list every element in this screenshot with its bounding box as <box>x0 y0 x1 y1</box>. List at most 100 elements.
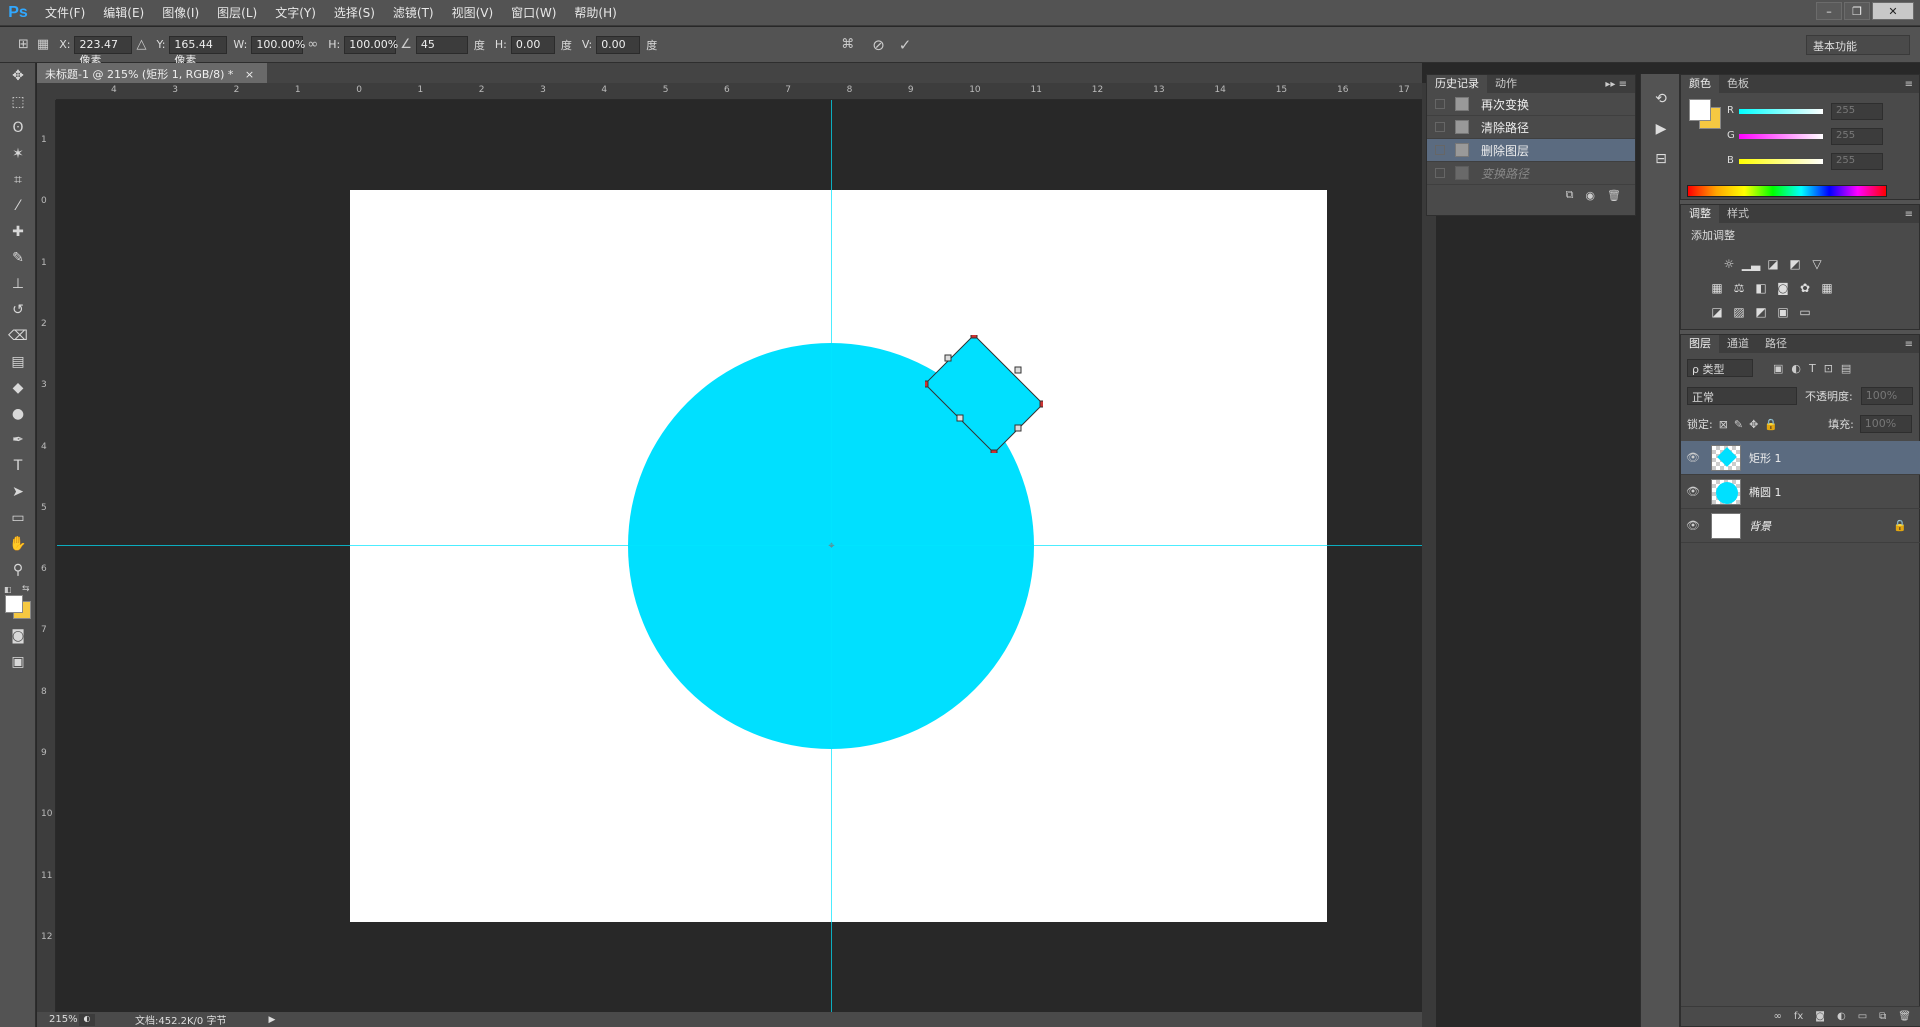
shape-tool-icon[interactable]: ▭ <box>0 505 36 531</box>
tab-history[interactable]: 历史记录 <box>1427 75 1487 93</box>
transform-center-icon[interactable]: ⌖ <box>826 540 837 551</box>
y-input[interactable]: 165.44 像素 <box>169 35 228 67</box>
snapshot-icon[interactable]: ◉ <box>1585 189 1595 202</box>
minimize-button[interactable]: – <box>1816 2 1842 20</box>
delete-layer-icon[interactable]: 🗑 <box>1898 1011 1911 1022</box>
menu-window[interactable]: 窗口(W) <box>502 0 565 26</box>
menu-edit[interactable]: 编辑(E) <box>94 0 153 26</box>
channel-mixer-icon[interactable]: ✿ <box>1797 281 1813 295</box>
history-checkbox[interactable] <box>1435 145 1445 155</box>
rotated-rectangle-shape[interactable] <box>925 335 1043 453</box>
tab-swatches[interactable]: 色板 <box>1719 75 1757 93</box>
levels-icon[interactable]: ▁▃ <box>1742 257 1760 271</box>
quick-mask-icon[interactable]: ◙ <box>0 623 36 649</box>
trash-icon[interactable]: 🗑 <box>1607 189 1621 202</box>
tab-layers[interactable]: 图层 <box>1681 335 1719 353</box>
adjustments-panel-menu-icon[interactable]: ≡ <box>1905 209 1919 220</box>
history-checkbox[interactable] <box>1435 99 1445 109</box>
channel-r-value[interactable]: 255 <box>1831 103 1883 120</box>
zoom-tool-icon[interactable]: ⚲ <box>0 557 36 583</box>
crop-tool-icon[interactable]: ⌗ <box>0 167 36 193</box>
channel-r-slider[interactable] <box>1739 109 1823 114</box>
menu-help[interactable]: 帮助(H) <box>565 0 625 26</box>
move-tool-icon[interactable]: ✥ <box>0 63 36 89</box>
close-button[interactable]: ✕ <box>1872 2 1914 20</box>
screen-mode-icon[interactable]: ▣ <box>0 649 36 675</box>
history-item-selected[interactable]: 删除图层 <box>1427 139 1635 162</box>
document-tab-close-icon[interactable]: × <box>245 68 254 81</box>
menu-type[interactable]: 文字(Y) <box>266 0 325 26</box>
vibrance-icon[interactable]: ▽ <box>1809 257 1825 271</box>
workspace-select[interactable]: 基本功能 <box>1806 35 1910 55</box>
tool-preset-icon[interactable]: ⊞ <box>18 37 29 52</box>
menu-layer[interactable]: 图层(L) <box>208 0 266 26</box>
panel-menu-icon[interactable]: ▸▸ ≡ <box>1605 79 1635 90</box>
properties-panel-icon[interactable]: ⊟ <box>1641 144 1681 174</box>
brush-tool-icon[interactable]: ✎ <box>0 245 36 271</box>
threshold-icon[interactable]: ◩ <box>1753 305 1769 319</box>
tab-channels[interactable]: 通道 <box>1719 335 1757 353</box>
menu-view[interactable]: 视图(V) <box>443 0 503 26</box>
foreground-color-swatch[interactable] <box>5 595 23 613</box>
new-layer-icon[interactable]: ⧉ <box>1879 1011 1886 1022</box>
pen-tool-icon[interactable]: ✒ <box>0 427 36 453</box>
hue-saturation-icon[interactable]: ▦ <box>1709 281 1725 295</box>
layer-filter-icons[interactable]: ▣◐T⊡▤ <box>1773 362 1859 375</box>
layer-row-ellipse[interactable]: 👁 椭圆 1 <box>1681 475 1920 509</box>
channel-g-value[interactable]: 255 <box>1831 128 1883 145</box>
horizontal-ruler[interactable]: 4 3 2 1 0 1 2 3 4 5 6 7 8 9 10 11 12 13 14 15 16 17 <box>56 83 1422 100</box>
layer-filter-select[interactable]: ρ 类型 <box>1687 359 1753 377</box>
invert-icon[interactable]: ◪ <box>1709 305 1725 319</box>
tab-styles[interactable]: 样式 <box>1719 205 1757 223</box>
layer-mask-icon[interactable]: ◙ <box>1815 1011 1825 1022</box>
history-checkbox[interactable] <box>1435 168 1445 178</box>
delta-icon[interactable]: △ <box>136 37 146 52</box>
menu-image[interactable]: 图像(I) <box>153 0 208 26</box>
type-tool-icon[interactable]: T <box>0 453 36 479</box>
magic-wand-icon[interactable]: ✶ <box>0 141 36 167</box>
menu-select[interactable]: 选择(S) <box>325 0 384 26</box>
history-item-undone[interactable]: 变换路径 <box>1427 162 1635 185</box>
restore-button[interactable]: ❐ <box>1844 2 1870 20</box>
default-colors-icon[interactable]: ◧ <box>4 585 12 594</box>
channel-g-slider[interactable] <box>1739 134 1823 139</box>
eraser-tool-icon[interactable]: ⌫ <box>0 323 36 349</box>
history-panel-icon[interactable]: ⟲ <box>1641 84 1681 114</box>
color-lookup-icon[interactable]: ▦ <box>1819 281 1835 295</box>
angle-input[interactable]: 45 <box>415 35 468 54</box>
horizontal-guide[interactable] <box>57 545 1422 546</box>
status-info-icon[interactable]: ◐ <box>79 1013 95 1026</box>
eyedropper-icon[interactable]: ⁄ <box>0 193 36 219</box>
vertical-ruler[interactable]: 1 0 1 2 3 4 5 6 7 8 9 10 11 12 <box>37 100 56 1012</box>
reference-point-icon[interactable]: ▦ <box>37 37 49 52</box>
cancel-transform-icon[interactable]: ⊘ <box>872 36 885 54</box>
layer-name[interactable]: 椭圆 1 <box>1749 484 1782 500</box>
exposure-icon[interactable]: ◩ <box>1787 257 1803 271</box>
swap-colors-icon[interactable]: ⇆ <box>22 584 30 594</box>
vertical-scrollbar[interactable] <box>1422 83 1436 1027</box>
history-item[interactable]: 再次变换 <box>1427 93 1635 116</box>
group-icon[interactable]: ▭ <box>1858 1011 1867 1022</box>
adjustment-layer-icon[interactable]: ◐ <box>1837 1011 1846 1022</box>
new-document-from-state-icon[interactable]: ⧉ <box>1566 188 1574 202</box>
warp-icon[interactable]: ⌘ <box>841 37 854 52</box>
dodge-tool-icon[interactable]: ● <box>0 401 36 427</box>
w-input[interactable]: 100.00% <box>251 35 305 54</box>
stamp-tool-icon[interactable]: ⊥ <box>0 271 36 297</box>
curves-icon[interactable]: ◪ <box>1765 257 1781 271</box>
visibility-eye-icon[interactable]: 👁 <box>1681 451 1705 464</box>
history-brush-icon[interactable]: ↺ <box>0 297 36 323</box>
history-item[interactable]: 清除路径 <box>1427 116 1635 139</box>
lasso-tool-icon[interactable]: ʘ <box>0 115 36 141</box>
history-checkbox[interactable] <box>1435 122 1445 132</box>
actions-panel-icon[interactable]: ▶ <box>1641 114 1681 144</box>
layer-row-background[interactable]: 👁 背景 🔒 <box>1681 509 1920 543</box>
tab-actions[interactable]: 动作 <box>1487 75 1525 93</box>
vskew-input[interactable]: 0.00 <box>596 35 641 54</box>
tab-paths[interactable]: 路径 <box>1757 335 1795 353</box>
visibility-eye-icon[interactable]: 👁 <box>1681 519 1705 532</box>
fill-input[interactable]: 100% <box>1859 415 1912 433</box>
link-icon[interactable]: ∞ <box>307 37 318 52</box>
ruler-corner[interactable] <box>37 83 56 100</box>
menu-file[interactable]: 文件(F) <box>36 0 94 26</box>
